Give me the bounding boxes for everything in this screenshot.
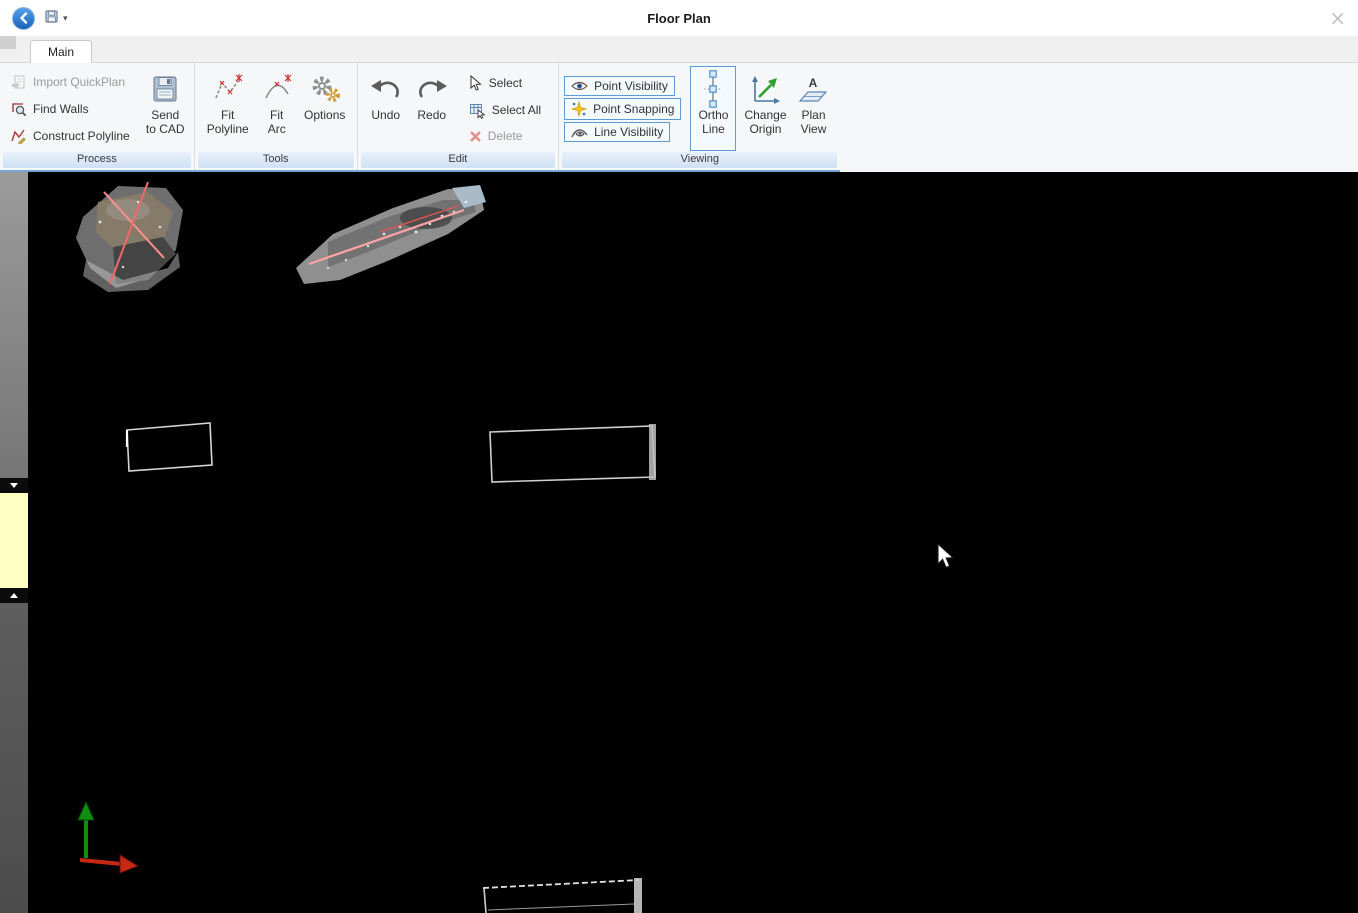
select-button[interactable]: Select bbox=[463, 71, 528, 95]
send-to-cad-quick-icon[interactable] bbox=[44, 9, 59, 27]
ribbon-group-tools: Fit Polyline bbox=[195, 63, 358, 170]
select-all-icon bbox=[469, 102, 486, 119]
redo-button[interactable]: Redo bbox=[409, 66, 455, 151]
point-cloud-canvas[interactable] bbox=[28, 172, 1358, 913]
select-cursor-icon bbox=[469, 75, 483, 91]
window-title: Floor Plan bbox=[0, 11, 1358, 26]
group-label-tools: Tools bbox=[198, 152, 354, 168]
titlebar: ▾ Floor Plan × bbox=[0, 0, 1358, 36]
quick-access-toolbar: ▾ bbox=[44, 9, 68, 27]
plan-view-icon: A bbox=[797, 70, 829, 108]
change-origin-button[interactable]: Change Origin bbox=[739, 66, 791, 151]
fit-polyline-icon bbox=[212, 70, 244, 108]
import-quickplan-icon bbox=[11, 74, 27, 90]
ribbon: Import QuickPlan Find Walls bbox=[0, 63, 1358, 172]
select-all-button[interactable]: Select All bbox=[463, 98, 547, 123]
elevation-slider-strip bbox=[0, 172, 28, 913]
change-origin-icon bbox=[749, 70, 781, 108]
import-quickplan-button[interactable]: Import QuickPlan bbox=[5, 70, 131, 94]
tab-strip-corner bbox=[0, 36, 16, 49]
wall-segment-outline-center bbox=[490, 424, 656, 482]
point-visibility-eye-icon bbox=[571, 80, 588, 92]
line-visibility-icon bbox=[571, 125, 588, 139]
back-button[interactable] bbox=[12, 7, 35, 30]
group-label-viewing: Viewing bbox=[562, 152, 837, 168]
ribbon-tab-strip: Main bbox=[0, 36, 1358, 63]
elevation-selected-range[interactable] bbox=[0, 493, 28, 588]
elevation-range-bottom-handle[interactable] bbox=[0, 588, 28, 603]
ribbon-group-viewing: Point Visibility Point Snapping bbox=[559, 63, 840, 170]
ortho-line-toggle[interactable]: Ortho Line bbox=[690, 66, 736, 151]
line-visibility-toggle[interactable]: Line Visibility bbox=[564, 122, 670, 142]
undo-icon bbox=[369, 70, 403, 108]
options-gears-icon bbox=[308, 70, 342, 108]
point-snapping-toggle[interactable]: Point Snapping bbox=[564, 98, 681, 120]
ortho-line-icon bbox=[700, 70, 726, 108]
coordinate-axes-indicator bbox=[78, 802, 138, 873]
find-walls-button[interactable]: Find Walls bbox=[5, 97, 95, 121]
elevation-slider-track-lower bbox=[0, 603, 28, 913]
point-snapping-icon bbox=[571, 101, 587, 117]
wall-segment-outline-left bbox=[127, 423, 212, 471]
ribbon-group-process: Import QuickPlan Find Walls bbox=[0, 63, 195, 170]
close-button[interactable]: × bbox=[1329, 8, 1346, 28]
redo-icon bbox=[415, 70, 449, 108]
tab-main[interactable]: Main bbox=[30, 40, 92, 63]
arrow-down-icon bbox=[10, 483, 18, 488]
quick-access-caret-icon[interactable]: ▾ bbox=[63, 14, 68, 23]
arrow-up-icon bbox=[10, 593, 18, 598]
group-label-edit: Edit bbox=[361, 152, 555, 168]
svg-text:A: A bbox=[809, 76, 818, 90]
point-cloud-fragment-left bbox=[76, 182, 183, 292]
wall-segment-outline-bottom bbox=[483, 878, 642, 913]
floor-plan-window: ▾ Floor Plan × Main bbox=[0, 0, 1358, 913]
workspace bbox=[0, 172, 1358, 913]
fit-arc-button[interactable]: Fit Arc bbox=[256, 66, 298, 151]
ribbon-group-edit: Undo Redo bbox=[358, 63, 559, 170]
find-walls-icon bbox=[11, 101, 27, 117]
undo-button[interactable]: Undo bbox=[363, 66, 409, 151]
delete-icon bbox=[469, 130, 482, 143]
construct-polyline-button[interactable]: Construct Polyline bbox=[5, 124, 136, 148]
point-visibility-toggle[interactable]: Point Visibility bbox=[564, 76, 675, 96]
mouse-cursor bbox=[938, 544, 953, 567]
elevation-range-top-handle[interactable] bbox=[0, 478, 28, 493]
construct-polyline-icon bbox=[11, 128, 27, 144]
floorplan-canvas-graphics bbox=[28, 172, 1358, 913]
back-chevron-icon bbox=[19, 12, 29, 24]
send-to-cad-icon bbox=[149, 70, 181, 108]
elevation-slider-track-upper bbox=[0, 172, 28, 478]
point-cloud-fragment-center bbox=[296, 185, 486, 284]
fit-arc-icon bbox=[261, 70, 293, 108]
group-label-process: Process bbox=[3, 152, 191, 168]
plan-view-button[interactable]: A Plan View bbox=[791, 66, 835, 151]
send-to-cad-button[interactable]: Send to CAD bbox=[142, 66, 189, 151]
fit-polyline-button[interactable]: Fit Polyline bbox=[200, 66, 256, 151]
delete-button[interactable]: Delete bbox=[463, 126, 529, 147]
options-button[interactable]: Options bbox=[298, 66, 352, 151]
